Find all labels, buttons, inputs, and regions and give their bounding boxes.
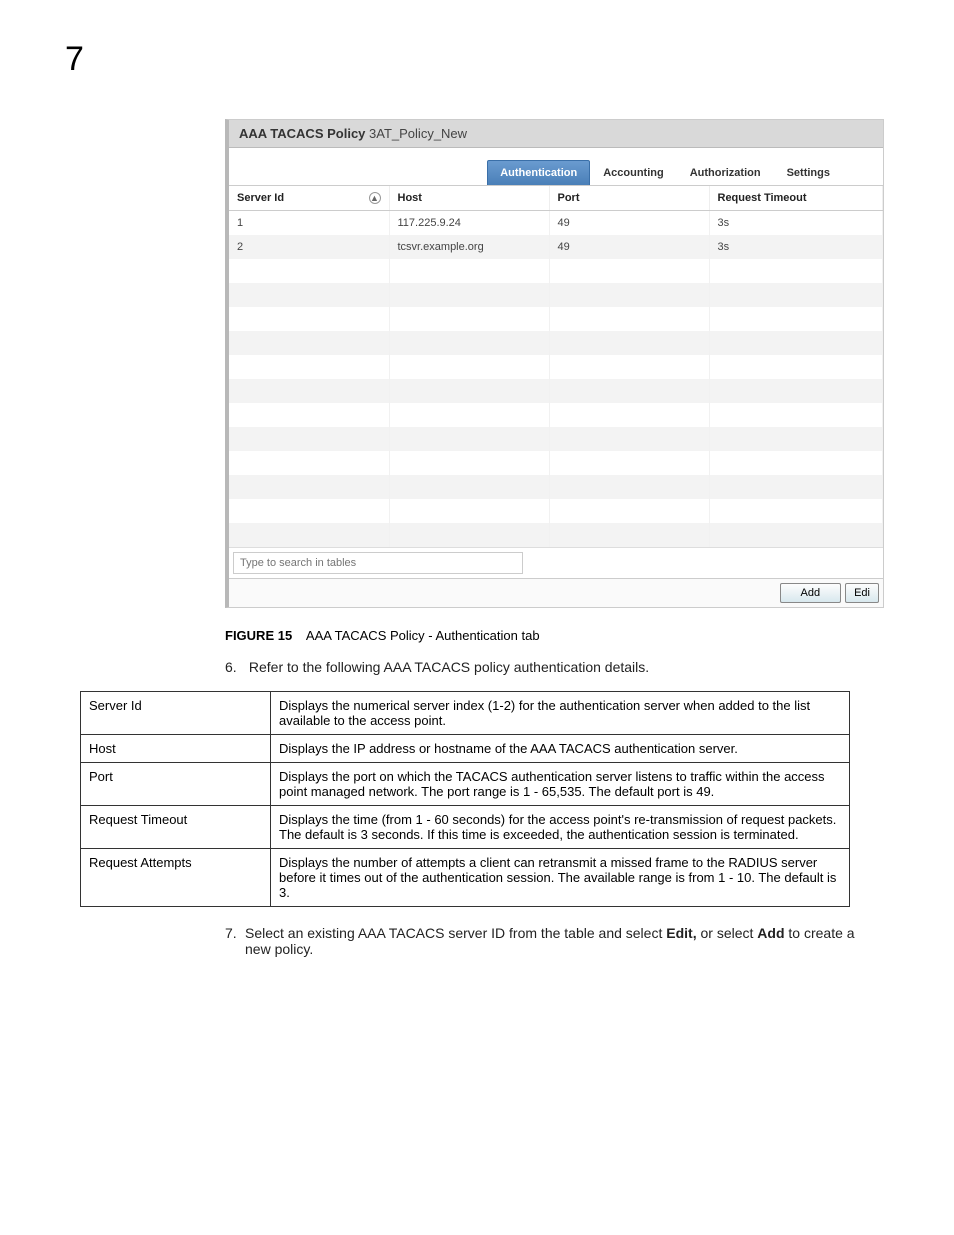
desc-label: Port [81,763,271,806]
figure-text: AAA TACACS Policy - Authentication tab [306,628,540,643]
step-number: 7. [225,925,245,957]
table-row [229,307,883,331]
table-row[interactable]: 2 tcsvr.example.org 49 3s [229,235,883,259]
table-search-input[interactable] [233,552,523,574]
description-table: Server Id Displays the numerical server … [80,691,850,907]
table-row [229,475,883,499]
step-text: Select an existing AAA TACACS server ID … [245,925,884,957]
desc-row: Server Id Displays the numerical server … [81,692,850,735]
col-header-server-id[interactable]: Server Id ▲ [229,186,389,211]
table-row [229,283,883,307]
table-row [229,379,883,403]
table-row [229,499,883,523]
desc-text: Displays the port on which the TACACS au… [271,763,850,806]
desc-label: Server Id [81,692,271,735]
col-header-timeout[interactable]: Request Timeout [709,186,883,211]
search-row [229,547,883,578]
panel-title-bar: AAA TACACS Policy 3AT_Policy_New [229,120,883,148]
add-button[interactable]: Add [780,583,842,603]
desc-label: Request Attempts [81,849,271,907]
panel-title-policy-name: 3AT_Policy_New [369,126,467,141]
table-row [229,427,883,451]
step-7: 7. Select an existing AAA TACACS server … [225,925,884,957]
button-row: Add Edi [229,578,883,607]
desc-text: Displays the time (from 1 - 60 seconds) … [271,806,850,849]
figure-label: FIGURE 15 [225,628,292,643]
server-table-body: 1 117.225.9.24 49 3s 2 tcsvr.example.org… [229,211,883,548]
cell-timeout: 3s [709,235,883,259]
step7-edit-bold: Edit, [666,925,696,941]
desc-text: Displays the number of attempts a client… [271,849,850,907]
cell-host: tcsvr.example.org [389,235,549,259]
tacacs-policy-panel: AAA TACACS Policy 3AT_Policy_New Authent… [225,119,884,608]
sort-asc-icon[interactable]: ▲ [369,192,381,204]
cell-timeout: 3s [709,211,883,236]
figure-caption: FIGURE 15 AAA TACACS Policy - Authentica… [225,628,884,643]
cell-port: 49 [549,211,709,236]
tab-row: Authentication Accounting Authorization … [229,148,883,186]
panel-title-label: AAA TACACS Policy [239,126,365,141]
table-row [229,355,883,379]
step-text: Refer to the following AAA TACACS policy… [249,659,649,675]
server-table: Server Id ▲ Host Port Request Timeout 1 … [229,186,883,547]
step-6: 6. Refer to the following AAA TACACS pol… [225,659,884,675]
col-header-server-id-label: Server Id [237,192,284,204]
desc-row: Request Timeout Displays the time (from … [81,806,850,849]
col-header-host[interactable]: Host [389,186,549,211]
tab-authorization[interactable]: Authorization [677,160,774,185]
table-row [229,451,883,475]
step-number: 6. [225,659,245,675]
table-row[interactable]: 1 117.225.9.24 49 3s [229,211,883,236]
table-row [229,523,883,547]
cell-host: 117.225.9.24 [389,211,549,236]
cell-port: 49 [549,235,709,259]
table-row [229,259,883,283]
cell-server-id: 2 [229,235,389,259]
desc-label: Host [81,735,271,763]
desc-row: Host Displays the IP address or hostname… [81,735,850,763]
cell-server-id: 1 [229,211,389,236]
desc-text: Displays the numerical server index (1-2… [271,692,850,735]
chapter-number: 7 [65,40,884,79]
col-header-port[interactable]: Port [549,186,709,211]
table-row [229,403,883,427]
tab-settings[interactable]: Settings [774,160,843,185]
desc-label: Request Timeout [81,806,271,849]
step7-add-bold: Add [757,925,784,941]
desc-text: Displays the IP address or hostname of t… [271,735,850,763]
desc-row: Request Attempts Displays the number of … [81,849,850,907]
tab-accounting[interactable]: Accounting [590,160,677,185]
desc-row: Port Displays the port on which the TACA… [81,763,850,806]
edit-button[interactable]: Edi [845,583,879,603]
step7-pre: Select an existing AAA TACACS server ID … [245,925,666,941]
tab-authentication[interactable]: Authentication [487,160,590,185]
table-row [229,331,883,355]
step7-mid: or select [697,925,758,941]
